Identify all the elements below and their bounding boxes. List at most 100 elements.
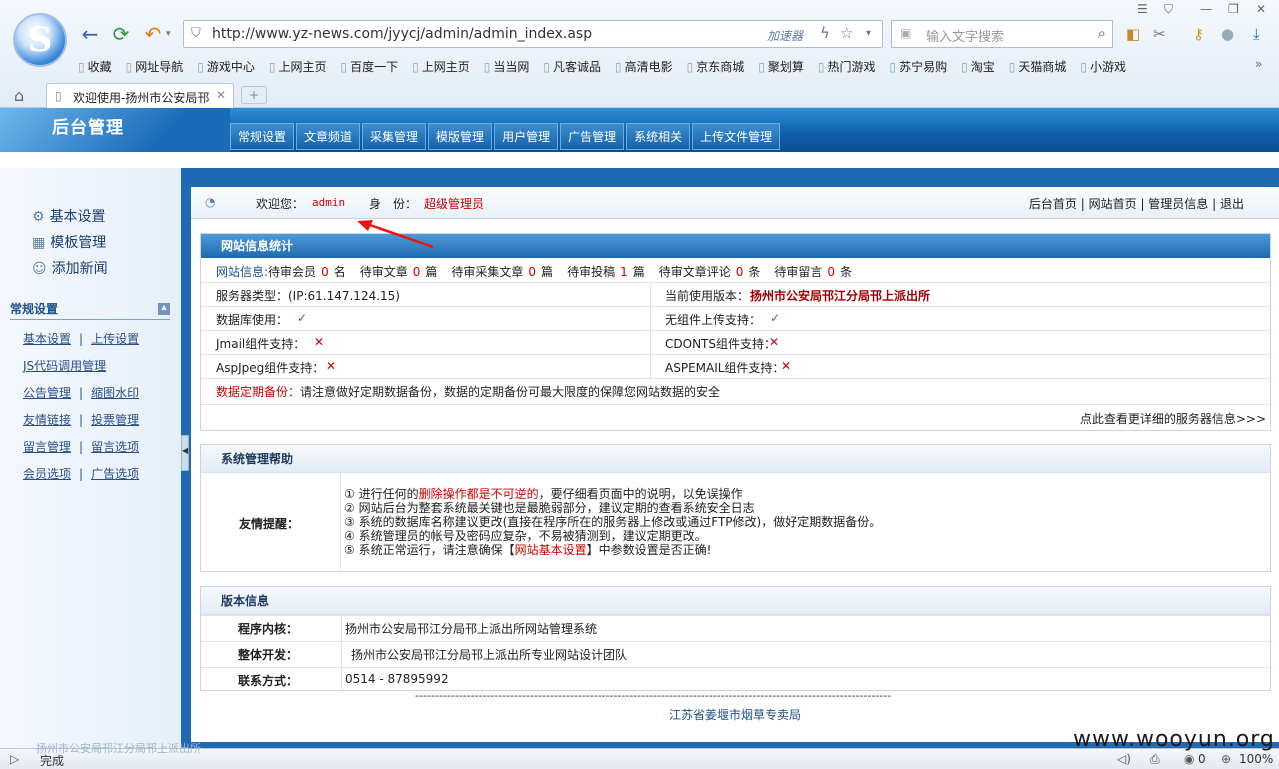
admin-menu-item[interactable]: 采集管理 [362,123,427,150]
minimize-icon[interactable]: — [1200,2,1212,16]
url-text[interactable]: http://www.yz-news.com/jyycj/admin/admin… [212,26,592,42]
bookmark-item[interactable]: ▯ 聚划算 [758,58,804,75]
bookmark-label[interactable]: 网址导航 [135,60,183,74]
refresh-icon[interactable]: ⟳ [109,22,133,46]
collapse-icon[interactable]: ▴ [158,303,170,315]
bookmark-label[interactable]: 凡客诚品 [553,60,601,74]
shield-status-icon[interactable]: ◉ [1184,752,1194,766]
zoom-level[interactable]: 100% [1239,752,1273,766]
sidebar-link[interactable]: 广告选项 [91,467,139,481]
welcome-link[interactable]: 管理员信息 [1148,197,1208,211]
undo-icon[interactable]: ↶ [141,22,165,46]
bookmarks-more-icon[interactable]: » [1255,57,1262,71]
download-icon[interactable]: ⤓ [1253,25,1260,43]
bookmark-toolbar-icon[interactable]: ◧ [1126,25,1140,43]
admin-menu-item[interactable]: 文章频道 [296,123,361,150]
welcome-link[interactable]: 网站首页 [1089,197,1137,211]
menu-icon[interactable]: ☰ [1137,2,1148,16]
admin-menu-item[interactable]: 常规设置 [230,123,295,150]
bookmark-label[interactable]: 小游戏 [1090,60,1126,74]
bookmark-item[interactable]: ▯ 游戏中心 [197,58,255,75]
star-icon[interactable]: ☆ [840,24,853,42]
key-icon[interactable]: ⚷ [1193,25,1204,43]
sidebar-link[interactable]: 友情链接 [23,413,71,427]
bookmark-label[interactable]: 淘宝 [971,60,995,74]
bookmark-label[interactable]: 高清电影 [625,60,673,74]
lightning-icon[interactable]: ϟ [820,24,830,42]
close-tab-icon[interactable]: ✕ [216,88,226,102]
accelerator-label[interactable]: 加速器 [767,27,803,44]
bookmark-item[interactable]: ▯ 京东商城 [687,58,745,75]
zoom-icon[interactable]: ⊕ [1221,752,1231,766]
admin-menu-item[interactable]: 用户管理 [494,123,559,150]
server-info-link[interactable]: 点此查看更详细的服务器信息>>> [1080,410,1266,427]
sidebar-link[interactable]: 公告管理 [23,386,71,400]
bookmark-item[interactable]: ▯ 收藏 [78,58,112,75]
bookmark-item[interactable]: ▯ 高清电影 [615,58,673,75]
sidebar-big-item[interactable]: ☺ 添加新闻 [32,258,108,278]
bookmark-item[interactable]: ▯ 上网主页 [269,58,327,75]
admin-menu-item[interactable]: 广告管理 [560,123,625,150]
sidebar-link[interactable]: JS代码调用管理 [23,359,106,373]
sidebar-link[interactable]: 投票管理 [91,413,139,427]
bookmark-item[interactable]: ▯ 淘宝 [961,58,995,75]
browser-logo-icon[interactable]: S [13,13,67,67]
search-input[interactable]: 输入文字搜索 [926,26,1004,45]
status-play-icon[interactable]: ▷ [10,752,19,766]
bookmark-label[interactable]: 上网主页 [422,60,470,74]
back-icon[interactable]: ← [78,22,102,46]
printer-icon[interactable]: ⎙ [1150,752,1160,767]
sidebar-big-item[interactable]: ▦ 模板管理 [32,232,106,252]
tab-title[interactable]: 欢迎使用-扬州市公安局邗 [73,89,213,106]
restore-icon[interactable]: ❐ [1228,2,1239,16]
bookmark-label[interactable]: 热门游戏 [827,60,875,74]
bookmark-label[interactable]: 百度一下 [350,60,398,74]
search-icon[interactable]: ⌕ [1098,24,1106,42]
bookmark-item[interactable]: ▯ 网址导航 [126,58,184,75]
bookmark-item[interactable]: ▯ 小游戏 [1080,58,1126,75]
bookmark-label[interactable]: 游戏中心 [207,60,255,74]
bookmark-item[interactable]: ▯ 上网主页 [412,58,470,75]
bookmark-label[interactable]: 收藏 [88,60,112,74]
chat-icon[interactable]: ● [1221,25,1234,43]
browser-tab[interactable]: ▯ 欢迎使用-扬州市公安局邗 ✕ [46,83,234,108]
bookmark-item[interactable]: ▯ 凡客诚品 [543,58,601,75]
address-dropdown-icon[interactable]: ▾ [866,28,871,39]
admin-menu-item[interactable]: 系统相关 [626,123,691,150]
sidebar-link[interactable]: 留言选项 [91,440,139,454]
sidebar-big-item-label[interactable]: 基本设置 [50,209,106,225]
sidebar-big-item-label[interactable]: 模板管理 [50,235,106,251]
sidebar-link[interactable]: 上传设置 [91,332,139,346]
home-icon[interactable]: ⌂ [14,86,24,105]
search-box[interactable]: ▣ 输入文字搜索 ⌕ [891,20,1113,48]
sidebar-link[interactable]: 留言管理 [23,440,71,454]
bookmark-label[interactable]: 苏宁易购 [899,60,947,74]
sidebar-section-header[interactable]: 常规设置 ▴ [10,300,170,320]
search-engine-icon[interactable]: ▣ [900,26,911,40]
sidebar-toggle-handle[interactable]: ◀ [181,435,189,471]
sidebar-link[interactable]: 基本设置 [23,332,71,346]
bookmark-item[interactable]: ▯ 苏宁易购 [890,58,948,75]
sidebar-link[interactable]: 会员选项 [23,467,71,481]
skin-icon[interactable]: ⛉ [1164,2,1173,17]
bookmark-label[interactable]: 京东商城 [696,60,744,74]
sidebar-link[interactable]: 缩图水印 [91,386,139,400]
welcome-link[interactable]: 退出 [1220,197,1244,211]
bookmark-label[interactable]: 聚划算 [768,60,804,74]
bookmark-label[interactable]: 天猫商城 [1018,60,1066,74]
undo-dropdown-icon[interactable]: ▾ [166,29,171,39]
admin-menu-item[interactable]: 上传文件管理 [692,123,781,150]
bookmark-label[interactable]: 当当网 [493,60,529,74]
bookmark-item[interactable]: ▯ 热门游戏 [818,58,876,75]
close-window-icon[interactable]: ✕ [1256,2,1266,16]
sidebar-big-item[interactable]: ⚙ 基本设置 [32,206,106,226]
bookmark-item[interactable]: ▯ 当当网 [484,58,530,75]
bookmark-item[interactable]: ▯ 百度一下 [341,58,399,75]
sidebar-big-item-label[interactable]: 添加新闻 [52,261,108,277]
scissors-icon[interactable]: ✂ [1153,25,1166,43]
welcome-link[interactable]: 后台首页 [1029,197,1077,211]
new-tab-button[interactable]: + [241,86,267,104]
bookmark-label[interactable]: 上网主页 [278,60,326,74]
bookmark-item[interactable]: ▯ 天猫商城 [1009,58,1067,75]
admin-menu-item[interactable]: 模版管理 [428,123,493,150]
